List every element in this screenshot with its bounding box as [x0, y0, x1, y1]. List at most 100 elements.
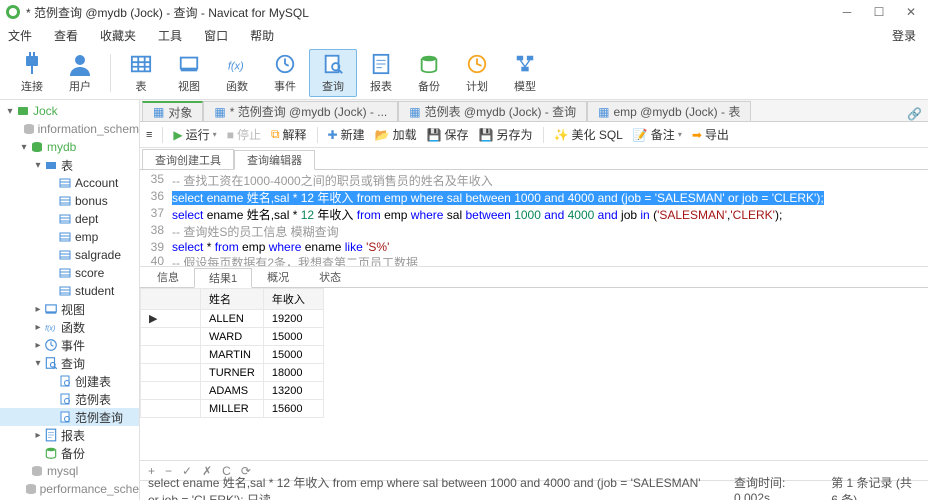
conn-icon [16, 104, 30, 118]
tree-item-范例表[interactable]: 范例表 [0, 390, 139, 408]
q-icon [58, 392, 72, 406]
menu-window[interactable]: 窗口 [204, 27, 228, 44]
result-tab-概况[interactable]: 概况 [252, 267, 304, 287]
tree-item-范例查询[interactable]: 范例查询 [0, 408, 139, 426]
connection-tree: ▾Jockinformation_schem▾mydb▾表Accountbonu… [0, 100, 140, 500]
tree-item-视图[interactable]: ▸视图 [0, 300, 139, 318]
tab-icon: ▦ [153, 105, 164, 119]
tree-item-student[interactable]: student [0, 282, 139, 300]
minimize-button[interactable]: ─ [840, 5, 854, 19]
tree-item-事件[interactable]: ▸事件 [0, 336, 139, 354]
schedule-icon [464, 51, 490, 77]
toolbar-report[interactable]: 报表 [357, 49, 405, 97]
result-grid[interactable]: 姓名年收入▶ALLEN19200WARD15000MARTIN15000TURN… [140, 288, 928, 460]
menu-fav[interactable]: 收藏夹 [100, 27, 136, 44]
tree-item-performance_sche[interactable]: performance_sche [0, 480, 139, 498]
tree-item-报表[interactable]: ▸报表 [0, 426, 139, 444]
menu-help[interactable]: 帮助 [250, 27, 274, 44]
table-row[interactable]: TURNER18000 [141, 364, 324, 382]
table-row[interactable]: ▶ALLEN19200 [141, 310, 324, 328]
doc-tab-3[interactable]: ▦emp @mydb (Jock) - 表 [587, 101, 751, 121]
toolbar-user[interactable]: 用户 [56, 49, 104, 97]
new-button[interactable]: ✚新建 [328, 126, 365, 143]
menu-view[interactable]: 查看 [54, 27, 78, 44]
tree-item-表[interactable]: ▾表 [0, 156, 139, 174]
tree-toggle-icon[interactable]: ▾ [32, 358, 44, 369]
tree-item-salgrade[interactable]: salgrade [0, 246, 139, 264]
status-sql: select ename 姓名,sal * 12 年收入 from emp wh… [148, 474, 710, 500]
toolbar-search[interactable]: 查询 [309, 49, 357, 97]
tree-item-score[interactable]: score [0, 264, 139, 282]
export-button[interactable]: ➡导出 [692, 126, 729, 143]
tree-item-备份[interactable]: 备份 [0, 444, 139, 462]
result-tab-结果1[interactable]: 结果1 [194, 268, 252, 288]
backup-icon [44, 446, 58, 460]
toolbar-clock[interactable]: 事件 [261, 49, 309, 97]
result-tabs: 信息结果1概况状态 [140, 266, 928, 288]
tree-toggle-icon[interactable]: ▸ [32, 340, 44, 351]
tree-toggle-icon[interactable]: ▾ [32, 160, 44, 171]
menubar: 文件 查看 收藏夹 工具 窗口 帮助 登录 [0, 24, 928, 46]
run-button[interactable]: ▶运行▾ [173, 126, 216, 143]
toolbar-table[interactable]: 表 [117, 49, 165, 97]
beautify-button[interactable]: ✨美化 SQL [554, 126, 623, 143]
login-link[interactable]: 登录 [892, 27, 916, 44]
comment-button[interactable]: 📝备注▾ [633, 126, 682, 143]
db-off-icon [25, 482, 37, 496]
tree-item-emp[interactable]: emp [0, 228, 139, 246]
tree-item-mysql[interactable]: mysql [0, 462, 139, 480]
stop-button[interactable]: ■停止 [227, 126, 261, 143]
doc-tab-0[interactable]: ▦对象 [142, 101, 203, 121]
col-header[interactable]: 姓名 [201, 289, 264, 310]
sql-editor[interactable]: 35-- 查找工资在1000-4000之间的职员或销售员的姓名及年收入36sel… [140, 170, 928, 266]
db-off-icon [30, 464, 44, 478]
tree-item-创建表[interactable]: 创建表 [0, 372, 139, 390]
doc-tab-1[interactable]: ▦* 范例查询 @mydb (Jock) - ... [203, 101, 398, 121]
toolbar-backup[interactable]: 备份 [405, 49, 453, 97]
tree-item-函数[interactable]: ▸f(x)函数 [0, 318, 139, 336]
close-button[interactable]: ✕ [904, 5, 918, 19]
tree-item-dept[interactable]: dept [0, 210, 139, 228]
tree-toggle-icon[interactable]: ▾ [4, 106, 16, 117]
subtab-editor[interactable]: 查询编辑器 [234, 150, 315, 170]
tree-toggle-icon[interactable]: ▾ [18, 142, 30, 153]
tree-item-Account[interactable]: Account [0, 174, 139, 192]
tree-item-information_schem[interactable]: information_schem [0, 120, 139, 138]
q-icon [58, 410, 72, 424]
folder-icon [44, 158, 58, 172]
tree-item-查询[interactable]: ▾查询 [0, 354, 139, 372]
doc-tab-2[interactable]: ▦范例表 @mydb (Jock) - 查询 [398, 101, 587, 121]
tbl-icon [58, 212, 72, 226]
window-title: * 范例查询 @mydb (Jock) - 查询 - Navicat for M… [26, 4, 840, 21]
toolbar-schedule[interactable]: 计划 [453, 49, 501, 97]
toolbar-fx[interactable]: f(x)函数 [213, 49, 261, 97]
user-icon [67, 51, 93, 77]
menu-file[interactable]: 文件 [8, 27, 32, 44]
toolbar-view[interactable]: 视图 [165, 49, 213, 97]
tree-item-Jock[interactable]: ▾Jock [0, 102, 139, 120]
load-button[interactable]: 📂加载 [375, 126, 417, 143]
saveas-button[interactable]: 💾另存为 [479, 126, 533, 143]
tree-toggle-icon[interactable]: ▸ [32, 304, 44, 315]
subtab-builder[interactable]: 查询创建工具 [142, 149, 234, 169]
toolbar-plug[interactable]: 连接 [8, 49, 56, 97]
hamburger-icon[interactable]: ≡ [146, 129, 152, 141]
maximize-button[interactable]: ☐ [872, 5, 886, 19]
table-row[interactable]: WARD15000 [141, 328, 324, 346]
tbl-icon [58, 248, 72, 262]
link-icon[interactable]: 🔗 [907, 107, 922, 121]
menu-tools[interactable]: 工具 [158, 27, 182, 44]
explain-button[interactable]: ⧉解释 [271, 126, 307, 143]
table-row[interactable]: ADAMS13200 [141, 382, 324, 400]
tree-toggle-icon[interactable]: ▸ [32, 322, 44, 333]
toolbar-model[interactable]: 模型 [501, 49, 549, 97]
table-row[interactable]: MILLER15600 [141, 400, 324, 418]
save-button[interactable]: 💾保存 [427, 126, 469, 143]
tree-item-mydb[interactable]: ▾mydb [0, 138, 139, 156]
result-tab-状态[interactable]: 状态 [304, 267, 356, 287]
result-tab-信息[interactable]: 信息 [142, 267, 194, 287]
col-header[interactable]: 年收入 [263, 289, 323, 310]
tree-toggle-icon[interactable]: ▸ [32, 430, 44, 441]
tree-item-bonus[interactable]: bonus [0, 192, 139, 210]
table-row[interactable]: MARTIN15000 [141, 346, 324, 364]
